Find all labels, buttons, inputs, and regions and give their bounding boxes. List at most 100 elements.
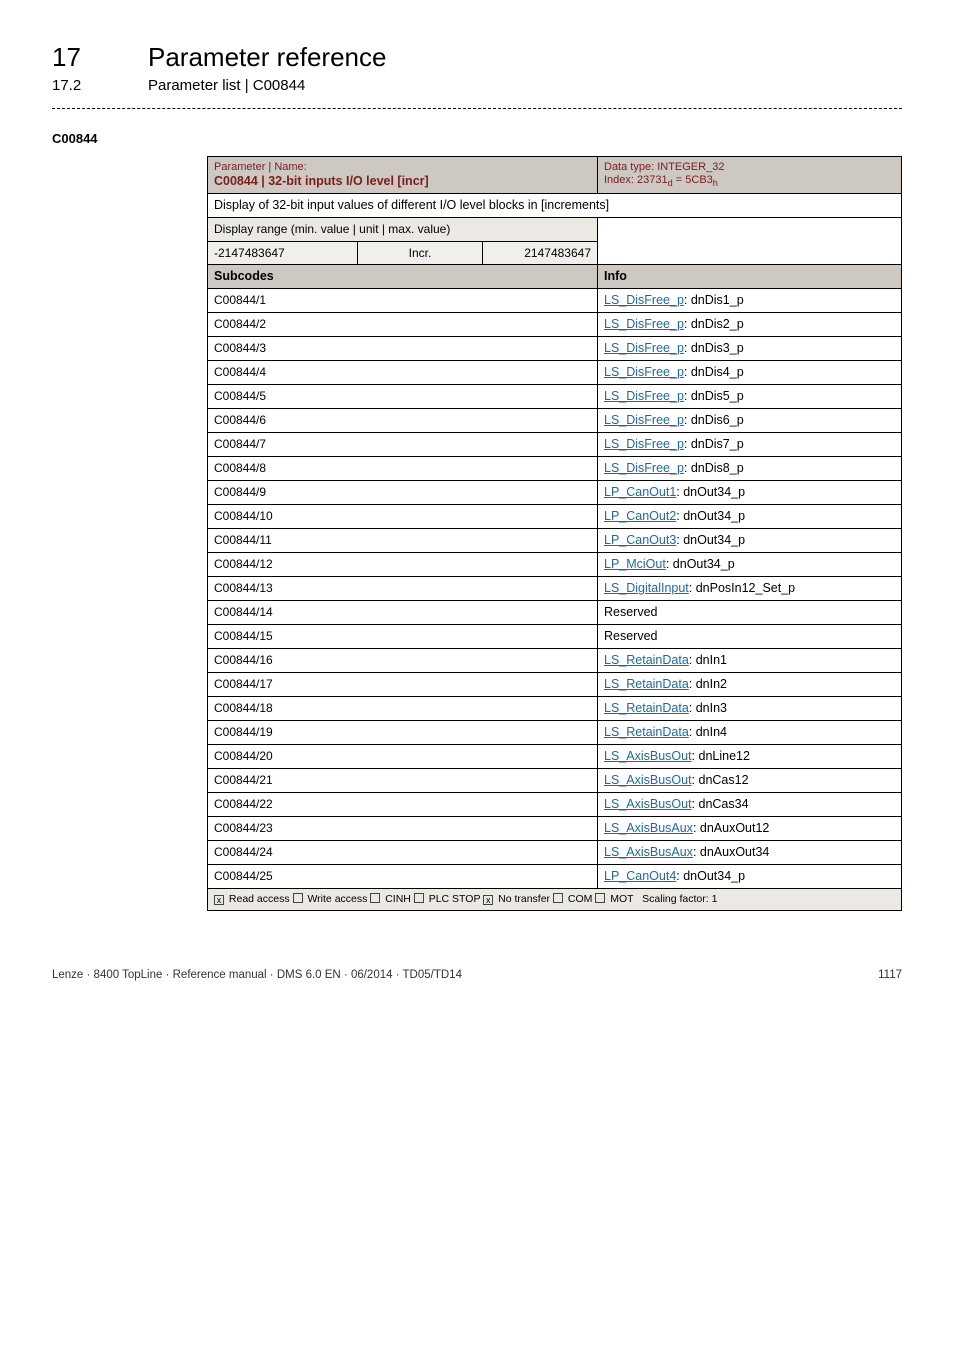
info-cell: LS_DigitalInput: dnPosIn12_Set_p	[598, 577, 902, 601]
checkbox-icon	[483, 895, 493, 905]
info-link[interactable]: LS_RetainData	[604, 653, 689, 667]
subcode-cell: C00844/1	[208, 289, 598, 313]
info-cell: LS_DisFree_p: dnDis2_p	[598, 313, 902, 337]
blank-cell	[598, 218, 902, 265]
subcode-cell: C00844/16	[208, 649, 598, 673]
display-range-label: Display range (min. value | unit | max. …	[208, 218, 598, 241]
subcode-cell: C00844/10	[208, 505, 598, 529]
subcode-cell: C00844/23	[208, 817, 598, 841]
info-link[interactable]: LS_AxisBusAux	[604, 845, 693, 859]
info-link[interactable]: LS_DisFree_p	[604, 413, 684, 427]
info-cell: LS_RetainData: dnIn1	[598, 649, 902, 673]
info-cell: LP_CanOut1: dnOut34_p	[598, 481, 902, 505]
subcode-cell: C00844/9	[208, 481, 598, 505]
info-link[interactable]: LP_CanOut4	[604, 869, 676, 883]
info-cell: LS_DisFree_p: dnDis4_p	[598, 361, 902, 385]
info-cell: LP_MciOut: dnOut34_p	[598, 553, 902, 577]
checkbox-icon	[293, 893, 303, 903]
info-link[interactable]: LP_CanOut2	[604, 509, 676, 523]
info-cell: LS_DisFree_p: dnDis7_p	[598, 433, 902, 457]
subcode-cell: C00844/18	[208, 697, 598, 721]
info-cell: LS_AxisBusAux: dnAuxOut34	[598, 841, 902, 865]
info-link[interactable]: LP_CanOut1	[604, 485, 676, 499]
subcode-cell: C00844/5	[208, 385, 598, 409]
info-cell: Reserved	[598, 625, 902, 649]
header-index: Index: 23731d = 5CB3h	[604, 174, 895, 189]
info-link[interactable]: LS_DisFree_p	[604, 317, 684, 331]
info-link[interactable]: LP_MciOut	[604, 557, 666, 571]
info-link[interactable]: LS_RetainData	[604, 725, 689, 739]
info-cell: LS_RetainData: dnIn2	[598, 673, 902, 697]
subcode-cell: C00844/7	[208, 433, 598, 457]
info-header: Info	[598, 265, 902, 289]
info-cell: LS_RetainData: dnIn3	[598, 697, 902, 721]
subcode-cell: C00844/24	[208, 841, 598, 865]
subchapter-number: 17.2	[52, 77, 148, 94]
subcode-cell: C00844/3	[208, 337, 598, 361]
chapter-number: 17	[52, 42, 148, 73]
info-cell: LS_AxisBusAux: dnAuxOut12	[598, 817, 902, 841]
subcode-cell: C00844/8	[208, 457, 598, 481]
info-link[interactable]: LS_DisFree_p	[604, 437, 684, 451]
info-link[interactable]: LS_DisFree_p	[604, 293, 684, 307]
info-cell: LS_AxisBusOut: dnCas12	[598, 769, 902, 793]
info-link[interactable]: LS_RetainData	[604, 701, 689, 715]
scaling-factor: Scaling factor: 1	[642, 893, 717, 905]
parameter-heading: C00844	[52, 131, 902, 146]
info-link[interactable]: LS_DisFree_p	[604, 461, 684, 475]
subchapter-title: Parameter list | C00844	[148, 77, 305, 94]
info-link[interactable]: LP_CanOut3	[604, 533, 676, 547]
subcodes-header: Subcodes	[208, 265, 598, 289]
subcode-cell: C00844/22	[208, 793, 598, 817]
parameter-table: Parameter | Name: C00844 | 32-bit inputs…	[207, 156, 902, 911]
subcode-cell: C00844/12	[208, 553, 598, 577]
info-cell: LS_DisFree_p: dnDis1_p	[598, 289, 902, 313]
checkbox-icon	[214, 895, 224, 905]
info-link[interactable]: LS_DisFree_p	[604, 389, 684, 403]
footer-left: Lenze · 8400 TopLine · Reference manual …	[52, 969, 462, 981]
subcode-cell: C00844/6	[208, 409, 598, 433]
subcode-cell: C00844/25	[208, 865, 598, 889]
info-link[interactable]: LS_AxisBusOut	[604, 797, 692, 811]
info-cell: LS_DisFree_p: dnDis6_p	[598, 409, 902, 433]
header-param-name: C00844 | 32-bit inputs I/O level [incr]	[214, 174, 591, 189]
info-cell: LP_CanOut2: dnOut34_p	[598, 505, 902, 529]
access-label: Read access	[226, 893, 293, 905]
access-label: Write access	[305, 893, 371, 905]
range-min: -2147483647	[208, 241, 358, 264]
info-link[interactable]: LS_AxisBusOut	[604, 773, 692, 787]
subcode-cell: C00844/11	[208, 529, 598, 553]
range-unit: Incr.	[358, 241, 483, 264]
subcode-cell: C00844/21	[208, 769, 598, 793]
subcode-cell: C00844/4	[208, 361, 598, 385]
info-link[interactable]: LS_AxisBusOut	[604, 749, 692, 763]
subcode-cell: C00844/15	[208, 625, 598, 649]
divider	[52, 108, 902, 109]
checkbox-icon	[553, 893, 563, 903]
subcode-cell: C00844/13	[208, 577, 598, 601]
subcode-cell: C00844/19	[208, 721, 598, 745]
access-label: COM	[565, 893, 595, 905]
parameter-description: Display of 32-bit input values of differ…	[208, 194, 902, 218]
subcode-cell: C00844/14	[208, 601, 598, 625]
access-footer: Read access Write access CINH PLC STOP N…	[208, 889, 902, 911]
info-link[interactable]: LS_AxisBusAux	[604, 821, 693, 835]
info-link[interactable]: LS_DisFree_p	[604, 365, 684, 379]
info-cell: LS_AxisBusOut: dnCas34	[598, 793, 902, 817]
checkbox-icon	[595, 893, 605, 903]
subcode-cell: C00844/2	[208, 313, 598, 337]
info-link[interactable]: LS_DisFree_p	[604, 341, 684, 355]
checkbox-icon	[370, 893, 380, 903]
access-label: MOT	[607, 893, 636, 905]
info-cell: LS_RetainData: dnIn4	[598, 721, 902, 745]
info-link[interactable]: LS_DigitalInput	[604, 581, 689, 595]
info-link[interactable]: LS_RetainData	[604, 677, 689, 691]
info-cell: LS_AxisBusOut: dnLine12	[598, 745, 902, 769]
chapter-title: Parameter reference	[148, 42, 386, 73]
info-cell: LP_CanOut3: dnOut34_p	[598, 529, 902, 553]
info-cell: LP_CanOut4: dnOut34_p	[598, 865, 902, 889]
access-label: CINH	[382, 893, 414, 905]
info-cell: LS_DisFree_p: dnDis5_p	[598, 385, 902, 409]
header-small-label: Parameter | Name:	[214, 161, 591, 174]
subcode-cell: C00844/17	[208, 673, 598, 697]
